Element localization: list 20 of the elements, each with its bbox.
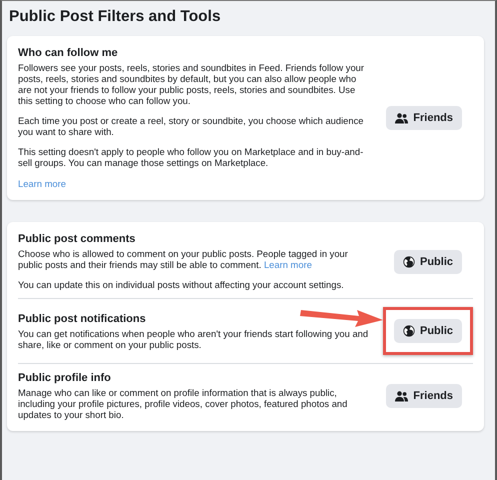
section-title: Who can follow me: [18, 47, 119, 59]
audience-button[interactable]: Friends: [386, 384, 462, 408]
description: You can get notifications when people who aren't your friends start following you and share, like or comment on your public posts.: [18, 328, 370, 350]
audience-button[interactable]: Public: [394, 250, 462, 274]
description: Each time you post or create a reel, story or soundbite, you choose which audience you want to share with.: [18, 115, 365, 137]
description: Choose who is allowed to comment on your public posts. People tagged in your public posts and their friends may still be able to comment. Learn more: [18, 248, 349, 270]
audience-button[interactable]: Public: [394, 319, 462, 343]
description: Followers see your posts, reels, stories and soundbites in Feed. Friends follow your posts, reels, stories and soundbites by default, but you can also allow people who are not your friends to follow your public posts, reels, stories and soundbites. Use this setting to choose who can follow you.: [18, 62, 365, 106]
description: This setting doesn't apply to people who follow you on Marketplace and in buy-and-sell groups. You can manage those settings on Marketplace.: [18, 146, 364, 168]
people-icon: [395, 112, 408, 124]
people-icon: [395, 390, 408, 402]
section-title: Public post comments: [18, 233, 136, 245]
audience-button[interactable]: Friends: [386, 106, 462, 130]
section-title: Public profile info: [18, 372, 112, 384]
globe-icon: [402, 256, 415, 268]
globe-icon: [402, 325, 415, 337]
page-title: Public Post Filters and Tools: [9, 8, 222, 26]
description: Manage who can like or comment on profile information that is always public, including your profile pictures, profile videos, cover photos, featured photos and updates to your short bio.: [18, 387, 348, 420]
section-title: Public post notifications: [18, 312, 147, 324]
description: You can update this on individual posts without affecting your account settings.: [18, 279, 345, 290]
